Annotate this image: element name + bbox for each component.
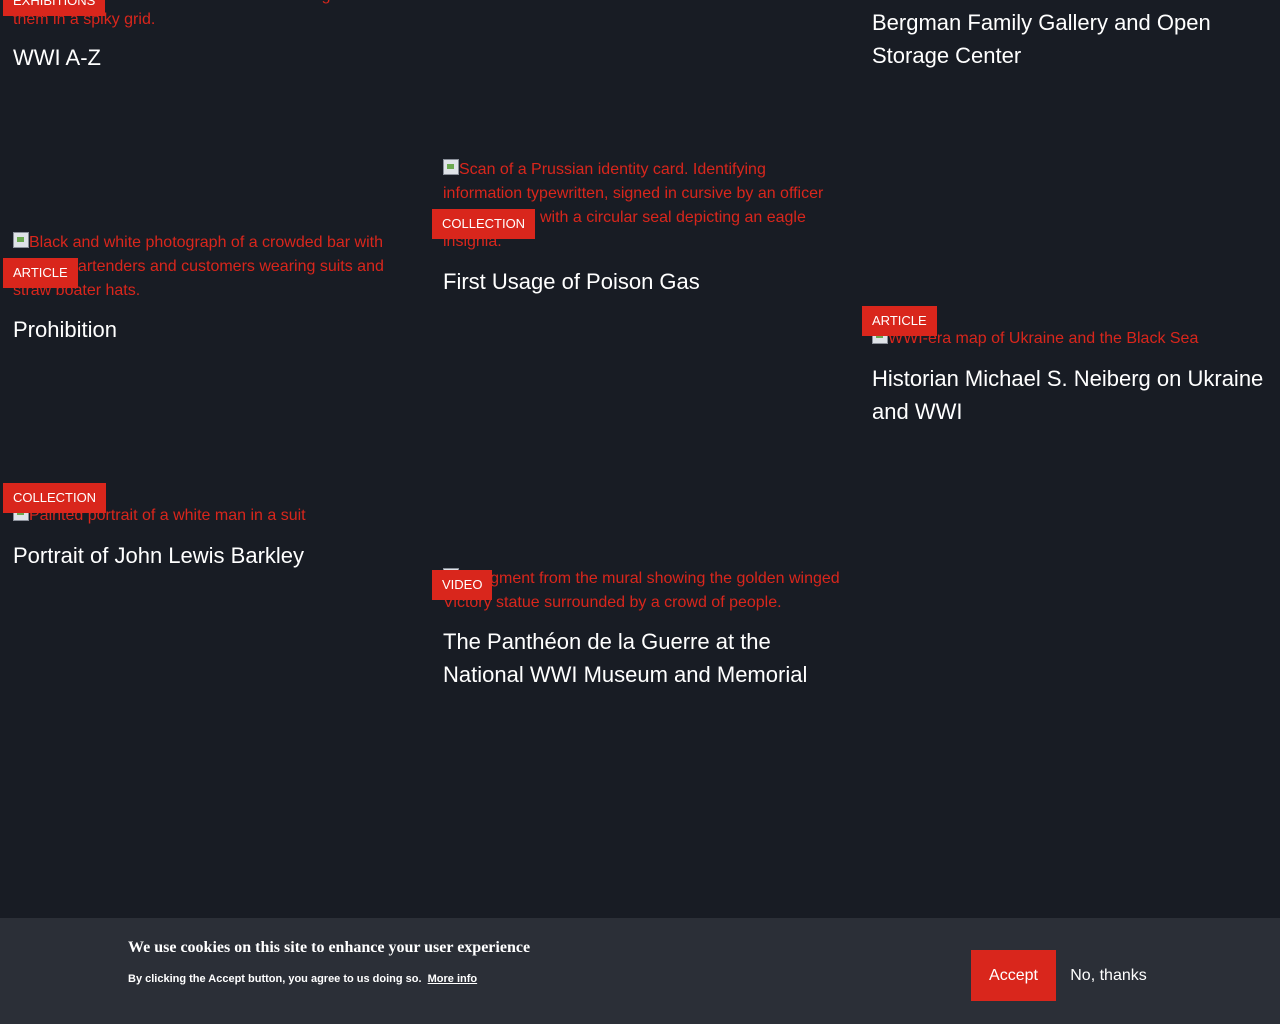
card-image-alt[interactable]: A segment from the mural showing the gol… [443,567,843,615]
category-tag[interactable]: ARTICLE [862,306,937,336]
more-info-link[interactable]: More info [428,973,478,985]
card-title[interactable]: The Panthéon de la Guerre at the Nationa… [443,625,843,691]
card-image-alt[interactable]: Scan of a Prussian identity card. Identi… [443,158,843,254]
card-title[interactable]: Bergman Family Gallery and Open Storage … [872,6,1272,72]
category-tag[interactable]: COLLECTION [3,483,107,513]
broken-image-icon [443,159,459,175]
category-tag[interactable]: VIDEO [432,570,493,600]
accept-button[interactable]: Accept [971,950,1056,1001]
card-title[interactable]: Portrait of John Lewis Barkley [13,539,413,572]
cookie-heading: We use cookies on this site to enhance y… [128,939,531,956]
broken-image-icon [13,232,29,248]
cookie-message: By clicking the Accept button, you agree… [128,973,477,985]
category-tag[interactable]: EXHIBITIONS [3,0,106,16]
cookie-banner: We use cookies on this site to enhance y… [0,918,1280,1024]
card-title[interactable]: First Usage of Poison Gas [443,265,843,298]
card-title[interactable]: WWI A-Z [13,41,413,74]
page: ... entanglements with barbed wire stret… [0,0,1280,1024]
decline-button[interactable]: No, thanks [1060,950,1157,1001]
card-title[interactable]: Historian Michael S. Neiberg on Ukraine … [872,362,1272,428]
category-tag[interactable]: ARTICLE [3,258,78,288]
cookie-message-text: By clicking the Accept button, you agree… [128,973,422,985]
alt-text: A segment from the mural showing the gol… [443,570,840,611]
card-title[interactable]: Prohibition [13,313,413,346]
category-tag[interactable]: COLLECTION [432,209,536,239]
